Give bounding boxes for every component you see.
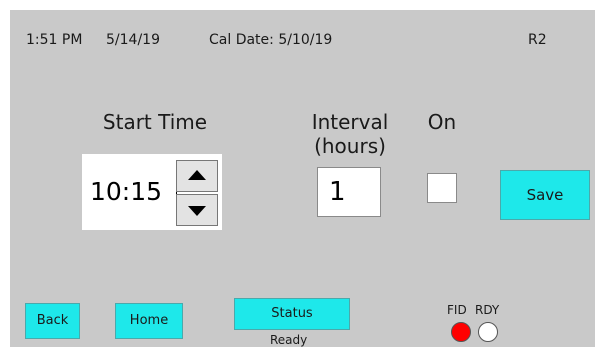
device-id: R2 (528, 32, 547, 48)
status-button[interactable]: Status (234, 298, 350, 330)
fid-indicator-icon (451, 322, 471, 342)
interval-label: Interval (hours) (300, 110, 400, 158)
start-time-value: 10:15 (90, 177, 163, 206)
device-screen: 1:51 PM 5/14/19 Cal Date: 5/10/19 R2 Sta… (10, 10, 595, 347)
clock-time: 1:51 PM (26, 32, 83, 48)
rdy-indicator-icon (478, 322, 498, 342)
status-text: Ready (270, 333, 308, 347)
save-button[interactable]: Save (500, 170, 590, 220)
on-checkbox[interactable] (427, 173, 457, 203)
interval-field[interactable]: 1 (317, 167, 381, 217)
increment-button[interactable] (176, 160, 218, 192)
decrement-button[interactable] (176, 194, 218, 226)
current-date: 5/14/19 (106, 32, 160, 48)
calibration-date: Cal Date: 5/10/19 (209, 32, 333, 48)
start-time-label: Start Time (102, 110, 208, 134)
on-label: On (427, 110, 457, 134)
fid-label: FID (447, 303, 467, 317)
arrow-down-icon (188, 206, 206, 216)
interval-label-line2: (hours) (314, 134, 386, 158)
back-button[interactable]: Back (25, 303, 80, 339)
home-button[interactable]: Home (115, 303, 183, 339)
arrow-up-icon (188, 170, 206, 180)
rdy-label: RDY (475, 303, 500, 317)
interval-label-line1: Interval (311, 110, 389, 134)
interval-value: 1 (329, 177, 346, 207)
